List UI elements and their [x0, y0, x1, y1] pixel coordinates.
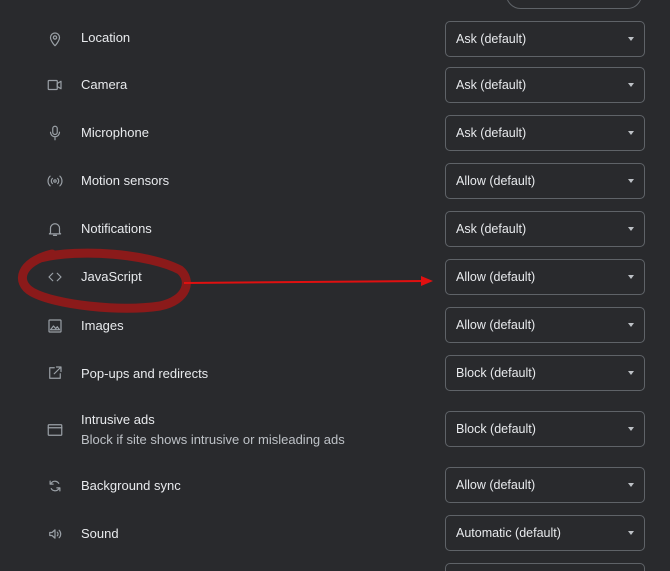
bell-icon [45, 219, 65, 239]
microphone-icon [45, 123, 65, 143]
notifications-select[interactable]: Ask (default) [445, 211, 645, 247]
permission-row-sound: Sound Automatic (default) [0, 515, 670, 551]
speaker-icon [45, 524, 65, 544]
popups-select[interactable]: Block (default) [445, 355, 645, 391]
permission-row-images: Images Allow (default) [0, 307, 670, 343]
permission-row-intrusive-ads: Intrusive ads Block if site shows intrus… [0, 411, 670, 447]
dropdown-arrow-icon [628, 323, 634, 327]
permission-label: Intrusive ads [81, 412, 155, 427]
permission-label: Pop-ups and redirects [81, 366, 209, 381]
code-icon [45, 267, 65, 287]
permission-row-javascript: JavaScript Allow (default) [0, 259, 670, 295]
permission-label: Motion sensors [81, 173, 170, 188]
permission-label: Notifications [81, 221, 152, 236]
permission-label: Images [81, 318, 124, 333]
camera-icon [45, 75, 65, 95]
sound-select[interactable]: Automatic (default) [445, 515, 645, 551]
select-value: Automatic (default) [456, 526, 561, 540]
motion-sensors-select[interactable]: Allow (default) [445, 163, 645, 199]
next-select-partial[interactable] [445, 563, 645, 571]
permission-row-background-sync: Background sync Allow (default) [0, 467, 670, 503]
dropdown-arrow-icon [628, 275, 634, 279]
permission-label: Background sync [81, 478, 181, 493]
open-in-new-icon [45, 363, 65, 383]
select-value: Ask (default) [456, 222, 527, 236]
dropdown-arrow-icon [628, 427, 634, 431]
dropdown-arrow-icon [628, 131, 634, 135]
permission-row-motion-sensors: Motion sensors Allow (default) [0, 163, 670, 199]
select-value: Allow (default) [456, 174, 536, 188]
dropdown-arrow-icon [628, 483, 634, 487]
permission-row-location: Location Ask (default) [0, 21, 670, 57]
select-value: Allow (default) [456, 478, 536, 492]
permission-sublabel: Block if site shows intrusive or mislead… [81, 432, 345, 447]
javascript-select[interactable]: Allow (default) [445, 259, 645, 295]
dropdown-arrow-icon [628, 227, 634, 231]
select-value: Block (default) [456, 422, 536, 436]
microphone-select[interactable]: Ask (default) [445, 115, 645, 151]
location-pin-icon [45, 29, 65, 49]
images-select[interactable]: Allow (default) [445, 307, 645, 343]
select-value: Allow (default) [456, 270, 536, 284]
dropdown-arrow-icon [628, 37, 634, 41]
select-value: Allow (default) [456, 318, 536, 332]
permission-row-camera: Camera Ask (default) [0, 67, 670, 103]
permission-row-microphone: Microphone Ask (default) [0, 115, 670, 151]
image-icon [45, 316, 65, 336]
permission-label: Camera [81, 77, 128, 92]
permission-row-notifications: Notifications Ask (default) [0, 211, 670, 247]
permission-label: Microphone [81, 125, 149, 140]
intrusive-ads-select[interactable]: Block (default) [445, 411, 645, 447]
permission-label: Location [81, 30, 131, 45]
dropdown-arrow-icon [628, 83, 634, 87]
select-value: Block (default) [456, 366, 536, 380]
permission-label: Sound [81, 526, 119, 541]
ad-window-icon [45, 420, 65, 440]
camera-select[interactable]: Ask (default) [445, 67, 645, 103]
top-button-partial[interactable] [506, 0, 642, 9]
location-select[interactable]: Ask (default) [445, 21, 645, 57]
dropdown-arrow-icon [628, 531, 634, 535]
dropdown-arrow-icon [628, 371, 634, 375]
permission-label: JavaScript [81, 269, 142, 284]
dropdown-arrow-icon [628, 179, 634, 183]
select-value: Ask (default) [456, 126, 527, 140]
permission-row-popups: Pop-ups and redirects Block (default) [0, 355, 670, 391]
sync-icon [45, 476, 65, 496]
select-value: Ask (default) [456, 32, 527, 46]
motion-sensors-icon [45, 171, 65, 191]
site-settings-page: Location Ask (default) Camera Ask (defau… [0, 0, 670, 571]
select-value: Ask (default) [456, 78, 527, 92]
background-sync-select[interactable]: Allow (default) [445, 467, 645, 503]
